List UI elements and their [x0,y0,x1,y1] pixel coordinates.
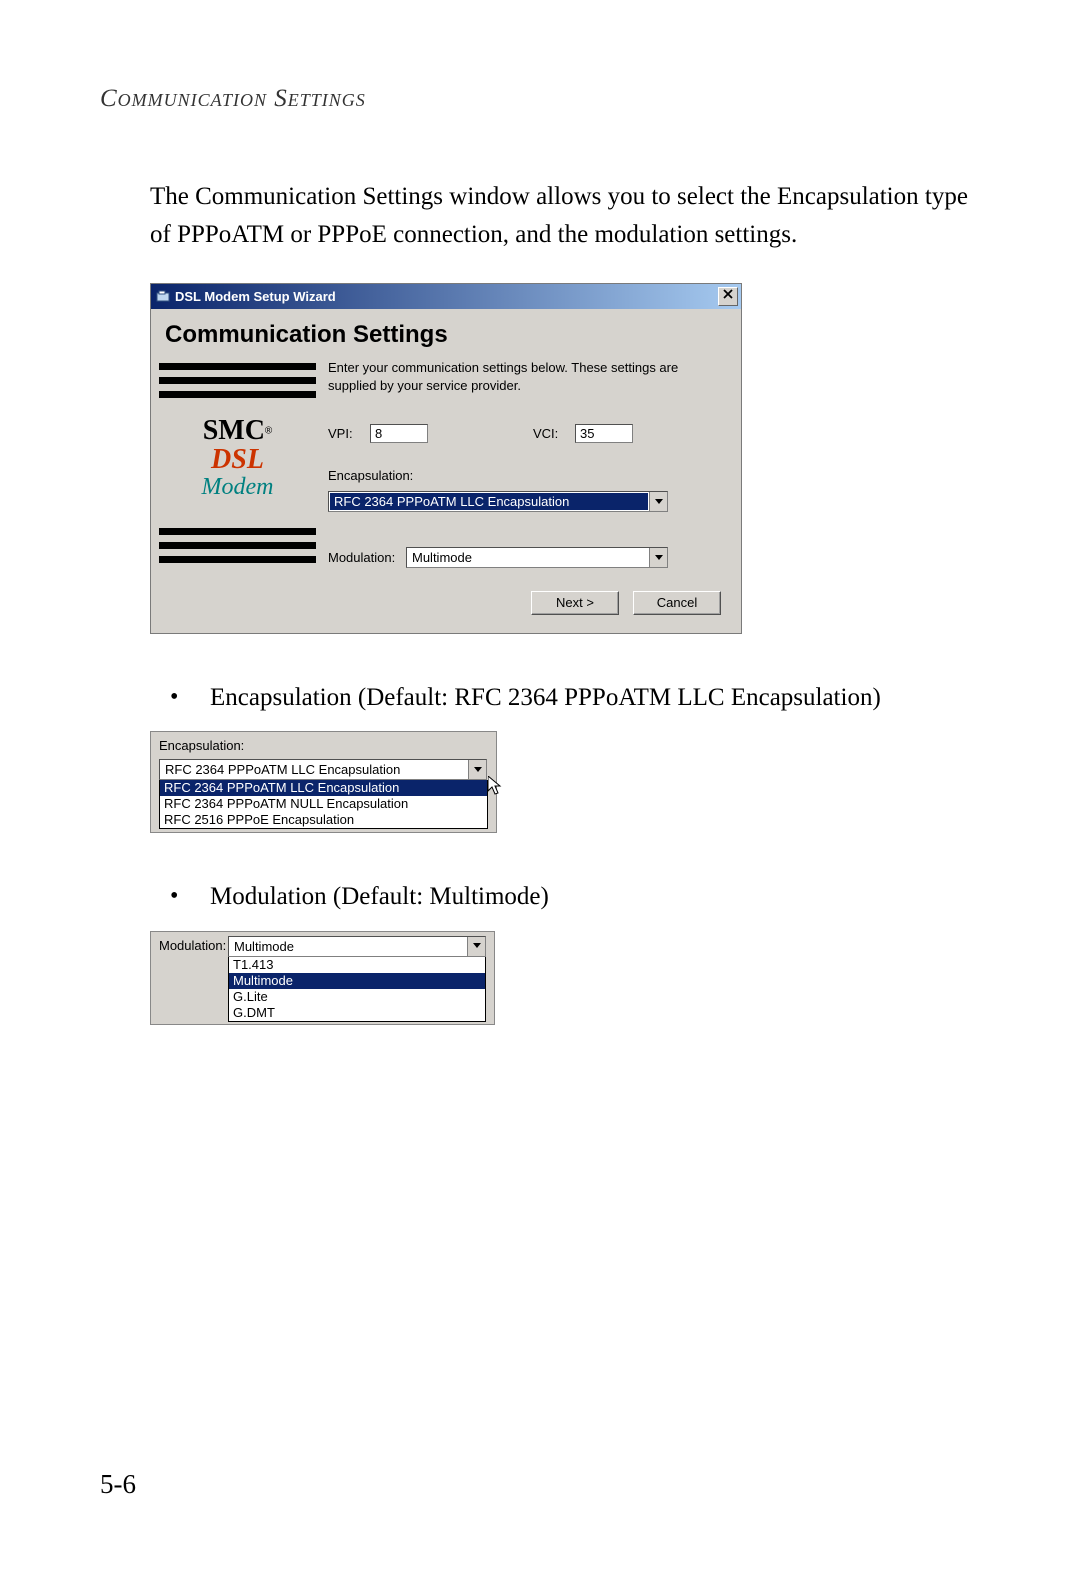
chevron-down-icon[interactable] [649,492,667,511]
modulation-snippet: Modulation: Multimode T1.413 Multimode G… [150,931,495,1025]
list-item[interactable]: RFC 2364 PPPoATM LLC Encapsulation [160,780,487,796]
encapsulation-label: Encapsulation: [328,468,721,483]
instructions-text: Enter your communication settings below.… [328,359,721,394]
encapsulation-combo[interactable]: RFC 2364 PPPoATM LLC Encapsulation [328,491,668,512]
vpi-label: VPI: [328,426,370,441]
snippet-encap-value: RFC 2364 PPPoATM LLC Encapsulation [160,760,468,779]
logo-modem: Modem [159,475,316,500]
cursor-icon [488,776,502,796]
next-button[interactable]: Next > [531,591,619,615]
sidebar-logo-panel: SMC® DSL Modem [151,359,322,579]
snippet-mod-combo[interactable]: Multimode [228,936,486,957]
app-icon [155,289,171,305]
logo-reg: ® [265,426,272,437]
snippet-mod-value: Multimode [229,937,467,956]
snippet-mod-options[interactable]: T1.413 Multimode G.Lite G.DMT [228,957,486,1022]
dialog-heading: Communication Settings [151,309,741,359]
list-item[interactable]: RFC 2516 PPPoE Encapsulation [160,812,487,828]
modulation-label: Modulation: [328,550,406,565]
titlebar: DSL Modem Setup Wizard [151,284,741,309]
logo-brand: SMC [203,416,265,445]
encapsulation-snippet: Encapsulation: RFC 2364 PPPoATM LLC Enca… [150,731,497,833]
vpi-input[interactable] [370,424,428,443]
dialog-window: DSL Modem Setup Wizard Communication Set… [150,283,742,634]
list-item[interactable]: T1.413 [229,957,485,973]
bullet-icon: • [170,878,210,916]
snippet-encap-options[interactable]: RFC 2364 PPPoATM LLC Encapsulation RFC 2… [159,780,488,829]
close-button[interactable] [718,287,738,306]
list-item[interactable]: Multimode [229,973,485,989]
vci-input[interactable] [575,424,633,443]
page-number: 5-6 [100,1469,136,1500]
bullet-modulation: Modulation (Default: Multimode) [210,878,549,916]
vci-label: VCI: [533,426,575,441]
snippet-mod-label: Modulation: [159,936,228,1022]
modulation-combo[interactable]: Multimode [406,547,668,568]
section-title: Communication Settings [100,85,980,113]
snippet-encap-label: Encapsulation: [159,738,488,753]
snippet-encap-combo[interactable]: RFC 2364 PPPoATM LLC Encapsulation [159,759,487,780]
list-item[interactable]: G.Lite [229,989,485,1005]
list-item[interactable]: RFC 2364 PPPoATM NULL Encapsulation [160,796,487,812]
bullet-icon: • [170,679,210,717]
cancel-button[interactable]: Cancel [633,591,721,615]
encapsulation-value: RFC 2364 PPPoATM LLC Encapsulation [330,493,648,510]
list-item[interactable]: G.DMT [229,1005,485,1021]
chevron-down-icon[interactable] [467,937,485,956]
chevron-down-icon[interactable] [649,548,667,567]
logo-dsl: DSL [159,445,316,474]
intro-paragraph: The Communication Settings window allows… [150,178,980,253]
titlebar-text: DSL Modem Setup Wizard [175,289,336,304]
bullet-encapsulation: Encapsulation (Default: RFC 2364 PPPoATM… [210,679,881,717]
modulation-value: Multimode [407,548,649,567]
chevron-down-icon[interactable] [468,760,486,779]
